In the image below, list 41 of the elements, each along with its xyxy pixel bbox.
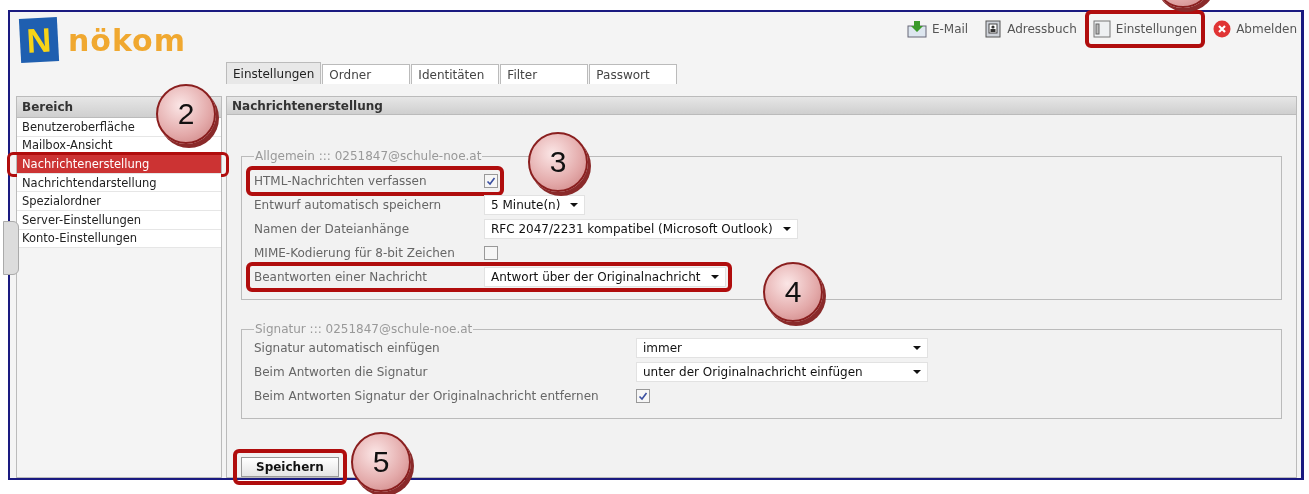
toolbar-link[interactable]: Adressbuch	[982, 18, 1079, 40]
setting-label: Signatur automatisch einfügen	[254, 341, 441, 355]
toolbar-link[interactable]: Abmelden	[1211, 18, 1299, 40]
setting-label: Entwurf automatisch speichern	[254, 198, 443, 212]
setting-label: Beim Antworten Signatur der Originalnachricht entfernen	[254, 389, 600, 403]
tab[interactable]: Ordner	[322, 64, 411, 84]
checkbox[interactable]	[484, 174, 498, 188]
checkbox[interactable]	[636, 389, 650, 403]
toolbar-link[interactable]: E-Mail	[904, 18, 971, 40]
close-icon	[1213, 20, 1232, 38]
dropdown[interactable]: immer	[636, 338, 928, 358]
tab[interactable]: Einstellungen	[226, 62, 322, 84]
group-legend: Signatur ::: 0251847@schule-noe.at	[254, 322, 474, 336]
logo-mark: N	[18, 17, 60, 63]
toolbar-link[interactable]: Einstellungen	[1090, 18, 1200, 40]
panel-icon	[1092, 20, 1111, 38]
dropdown[interactable]: 5 Minute(n)	[484, 195, 586, 215]
panel-title: Nachrichtenerstellung	[227, 97, 1296, 115]
setting-label: MIME-Kodierung für 8-bit Zeichen	[254, 246, 456, 260]
dropdown[interactable]: unter der Originalnachricht einfügen	[636, 362, 928, 382]
dropdown[interactable]: Antwort über der Originalnachricht	[484, 267, 726, 287]
checkbox[interactable]	[484, 246, 498, 260]
envelope-icon	[906, 20, 927, 38]
setting-label: Namen der Dateianhänge	[254, 222, 411, 236]
caret-icon	[782, 227, 791, 231]
setting-label: Beantworten einer Nachricht	[254, 270, 429, 284]
setting-label: Beim Antworten die Signatur	[254, 365, 429, 379]
logo-text: nökom	[68, 22, 186, 58]
tab[interactable]: Filter	[500, 64, 589, 84]
address-book-icon	[984, 20, 1003, 38]
setting-label: HTML-Nachrichten verfassen	[254, 174, 428, 188]
group-legend: Allgemein ::: 0251847@schule-noe.at	[254, 149, 483, 163]
caret-icon	[710, 275, 719, 279]
caret-icon	[913, 346, 921, 350]
tab[interactable]: Identitäten	[411, 64, 500, 84]
caret-icon	[570, 203, 579, 207]
tab[interactable]: Passwort	[589, 64, 678, 84]
caret-icon	[913, 370, 921, 374]
dropdown[interactable]: RFC 2047/2231 kompatibel (Microsoft Outlook)	[484, 219, 798, 239]
splitter-handle[interactable]	[3, 221, 19, 275]
save-button[interactable]: Speichern	[241, 457, 339, 477]
